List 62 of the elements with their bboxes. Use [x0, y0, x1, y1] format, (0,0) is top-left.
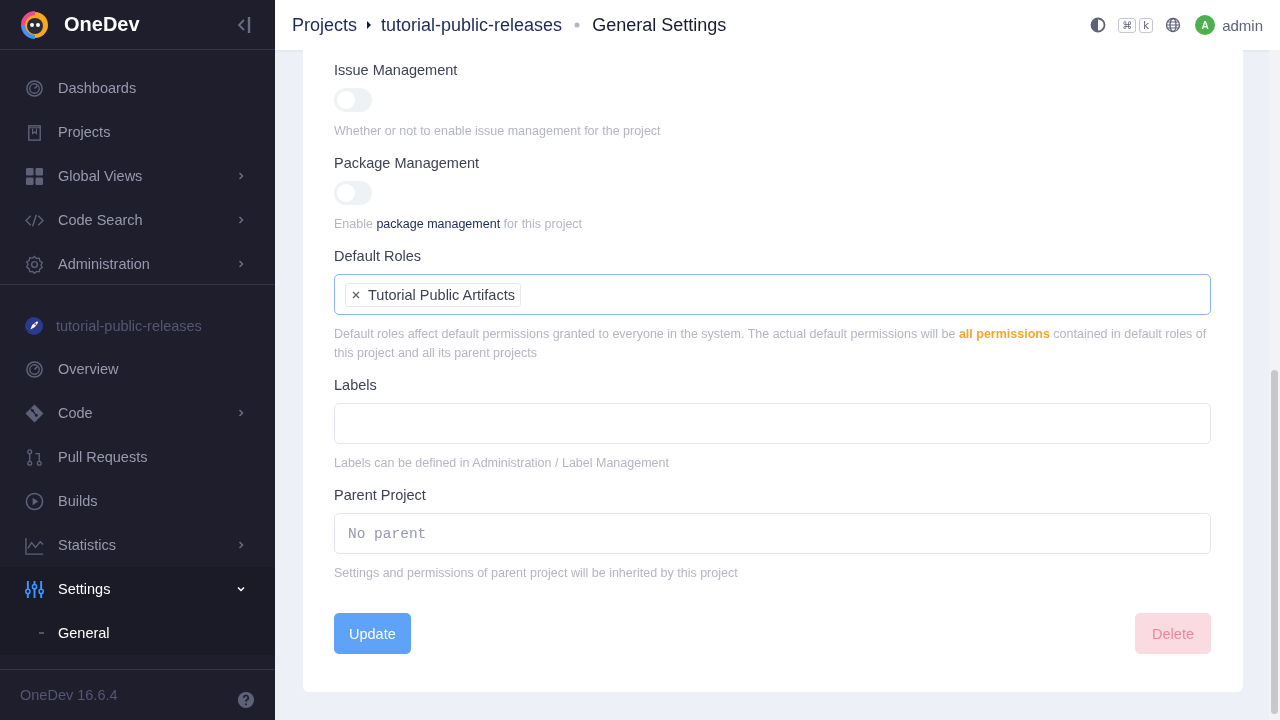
settings-icon [25, 254, 44, 274]
tag-input-field[interactable]: Tutorial Public Artifacts [334, 274, 1211, 315]
remove-icon[interactable] [352, 290, 360, 299]
help-link[interactable]: package management [376, 217, 501, 231]
field-label: Parent Project [334, 487, 426, 503]
user-name[interactable]: admin [1222, 16, 1263, 34]
nav-item[interactable]: Overview [0, 347, 275, 391]
field-label: Package Management [334, 155, 480, 171]
contrast-icon[interactable] [1090, 17, 1107, 33]
help-text: Whether or not to enable issue management for the project [334, 123, 661, 140]
nav-item[interactable]: Administration [0, 242, 275, 286]
play-icon [25, 491, 44, 511]
rocket-icon [25, 317, 43, 335]
nav-item[interactable]: Settings [0, 567, 275, 611]
field-label: Labels [334, 377, 377, 393]
tag-label: Tutorial Public Artifacts [368, 286, 515, 303]
globe-icon[interactable] [1165, 17, 1182, 33]
nav-item[interactable]: Code [0, 391, 275, 435]
collapse-sidebar-icon[interactable] [236, 14, 252, 35]
page-title: General Settings [592, 14, 727, 36]
grid-icon [25, 166, 44, 186]
tag-chip[interactable]: Tutorial Public Artifacts [345, 282, 521, 307]
scrollbar[interactable] [1269, 50, 1280, 720]
version-text: OneDev 16.6.4 [20, 687, 118, 703]
nav-item[interactable]: Builds [0, 479, 275, 523]
field-label: Default Roles [334, 248, 422, 264]
nav-item[interactable]: Pull Requests [0, 435, 275, 479]
help-icon[interactable] [237, 691, 255, 709]
caret-icon [366, 20, 373, 30]
help-text: Settings and permissions of parent project will be inherited by this project [334, 565, 738, 582]
chevron-icon [236, 408, 246, 418]
nav-item[interactable]: Dashboards [0, 66, 275, 110]
line-chart-icon [25, 535, 44, 555]
breadcrumb-link[interactable]: tutorial-public-releases [381, 14, 563, 36]
nav-subitem[interactable]: General [0, 611, 275, 655]
keyboard-key[interactable]: k [1139, 17, 1154, 33]
logo-icon [20, 9, 50, 40]
placeholder-text: No parent [348, 525, 427, 542]
keyboard-key[interactable]: ⌘ [1118, 17, 1137, 33]
brand-name: OneDev [64, 13, 141, 36]
help-text: Labels can be defined in Administration / Label Management [334, 455, 669, 472]
gauge-icon [25, 78, 44, 98]
chevron-icon [236, 540, 246, 550]
tag-input-field[interactable] [334, 403, 1211, 444]
nav-item[interactable]: Statistics [0, 523, 275, 567]
nav-item[interactable]: Global Views [0, 154, 275, 198]
breadcrumb-link[interactable]: Projects [292, 14, 358, 36]
nav-item[interactable]: Projects [0, 110, 275, 154]
gauge-icon [25, 359, 44, 379]
chevron-icon [236, 584, 246, 594]
book-icon [25, 122, 44, 142]
chevron-icon [236, 259, 246, 269]
chevron-icon [236, 171, 246, 181]
help-text: Enable package management for this project [334, 216, 583, 233]
field-label: Issue Management [334, 62, 458, 78]
git-icon [25, 403, 44, 423]
chevron-icon [236, 215, 246, 225]
pull-request-icon [25, 447, 44, 467]
help-text: Default roles affect default permissions granted to everyone in the system. The actual default permissions will be all permissions contained in default roles of this project and all its parent projects [334, 326, 1208, 362]
nav-item[interactable]: Code Search [0, 198, 275, 242]
sliders-icon [25, 579, 44, 599]
dot-separator-icon [574, 22, 581, 28]
